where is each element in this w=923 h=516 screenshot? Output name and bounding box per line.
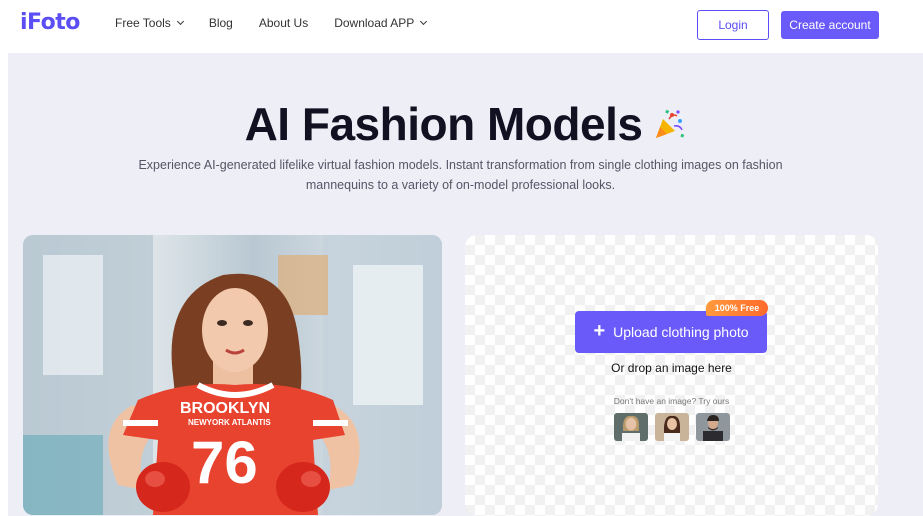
sample-thumbnail-2 (655, 413, 689, 441)
shirt-number: 76 (191, 429, 258, 496)
nav-blog-label: Blog (208, 16, 233, 30)
sample-thumbnail-1 (614, 413, 648, 441)
subtitle-line-1: Experience AI-generated lifelike virtual… (138, 158, 783, 172)
party-popper-icon (656, 109, 685, 138)
chevron-down-icon (176, 17, 184, 26)
shirt-text-top: BROOKLYN (180, 400, 270, 417)
hero-subtitle: Experience AI-generated lifelike virtual… (88, 155, 833, 195)
upload-panel[interactable]: + Upload clothing photo 100% Free Or dro… (465, 235, 878, 516)
plus-icon: + (593, 320, 606, 342)
sample-image-1[interactable] (614, 413, 648, 441)
chevron-down-icon (420, 17, 428, 26)
main-nav: Free Tools Blog About Us Download APP (115, 16, 428, 30)
model-photo: BROOKLYN NEWYORK ATLANTIS 76 (23, 235, 442, 515)
free-badge: 100% Free (706, 300, 768, 316)
shirt-text-mid: NEWYORK ATLANTIS (188, 418, 271, 427)
hero-title-row: AI Fashion Models (8, 97, 923, 151)
sample-image-2[interactable] (655, 413, 689, 441)
page-title: AI Fashion Models (244, 98, 643, 150)
nav-free-tools[interactable]: Free Tools (115, 16, 184, 30)
sample-thumbnail-3 (696, 413, 730, 441)
nav-free-tools-label: Free Tools (115, 16, 171, 30)
sample-image-3[interactable] (696, 413, 730, 441)
model-illustration: BROOKLYN NEWYORK ATLANTIS 76 (23, 235, 442, 515)
nav-about-us[interactable]: About Us (259, 16, 308, 30)
login-button[interactable]: Login (697, 10, 769, 40)
logo[interactable]: iFoto (20, 10, 80, 35)
top-navbar: iFoto Free Tools Blog About Us Download … (0, 0, 923, 50)
try-sample-hint: Don't have an image? Try ours (613, 396, 730, 406)
nav-download-label: Download APP (334, 16, 415, 30)
create-account-button[interactable]: Create account (781, 11, 879, 39)
nav-download-app[interactable]: Download APP (334, 16, 428, 30)
nav-about-label: About Us (258, 16, 309, 30)
upload-button-label: Upload clothing photo (613, 324, 749, 340)
subtitle-line-2: mannequins to a variety of on-model prof… (305, 178, 616, 192)
drop-hint: Or drop an image here (611, 361, 732, 375)
sample-images (614, 413, 730, 441)
upload-clothing-button[interactable]: + Upload clothing photo (575, 311, 767, 353)
nav-blog[interactable]: Blog (209, 16, 233, 30)
hero-section: AI Fashion Models Experience AI-generate… (8, 53, 923, 516)
